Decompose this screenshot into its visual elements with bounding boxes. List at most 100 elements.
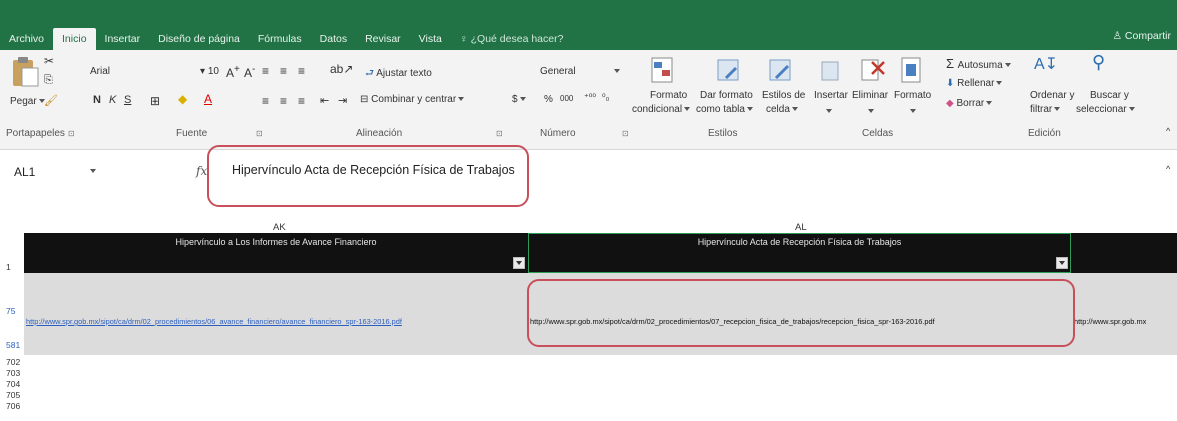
merge-center-button[interactable]: ⊟ Combinar y centrar <box>360 94 465 105</box>
tab-insertar[interactable]: Insertar <box>96 28 150 50</box>
tab-formulas[interactable]: Fórmulas <box>249 28 311 50</box>
expand-formula-icon[interactable]: ^ <box>1166 164 1170 174</box>
increase-decimal-icon[interactable]: ⁺⁰⁰ <box>584 92 596 103</box>
wrap-text-icon: ⮐ <box>365 68 377 79</box>
wrap-text-label: Ajustar texto <box>376 68 432 79</box>
wrap-text-button[interactable]: ⮐ Ajustar texto <box>365 66 432 83</box>
conditional-format-button-2[interactable]: condicional <box>632 104 691 115</box>
row-number[interactable]: 581 <box>6 340 20 350</box>
format-button[interactable]: Formato <box>894 90 931 101</box>
insert-button[interactable]: Insertar <box>814 90 848 101</box>
copy-icon[interactable]: ⎘ <box>44 74 53 87</box>
cell-styles-button-2[interactable]: celda <box>766 104 798 115</box>
align-right-icon[interactable]: ≡ <box>298 94 305 108</box>
row-number[interactable]: 75 <box>6 306 15 316</box>
align-middle-icon[interactable]: ≡ <box>280 64 287 78</box>
tab-inicio[interactable]: Inicio <box>53 28 96 50</box>
name-box[interactable]: AL1 <box>14 165 35 179</box>
sort-filter-button[interactable]: Ordenar y <box>1030 90 1074 101</box>
align-left-icon[interactable]: ≡ <box>262 94 269 108</box>
delete-cells-icon[interactable] <box>860 56 886 84</box>
header-cell-al[interactable]: Hipervínculo Acta de Recepción Física de… <box>528 237 1071 247</box>
number-launcher-icon[interactable]: ⊡ <box>622 129 629 138</box>
conditional-format-icon[interactable] <box>650 56 676 84</box>
font-launcher-icon[interactable]: ⊡ <box>256 129 263 138</box>
tab-archivo[interactable]: Archivo <box>0 28 53 50</box>
borders-icon[interactable]: ⊞ <box>150 94 160 108</box>
format-cells-icon[interactable] <box>900 54 924 84</box>
hyperlink-cell-am[interactable]: http://www.spr.gob.mx <box>1074 317 1146 326</box>
column-header-al[interactable]: AL <box>795 222 807 233</box>
cell-styles-label-2: celda <box>766 104 790 115</box>
clear-button[interactable]: ◆ Borrar <box>946 98 993 109</box>
row-number[interactable]: 1 <box>6 262 11 272</box>
column-header-ak[interactable]: AK <box>273 222 286 233</box>
tab-vista[interactable]: Vista <box>410 28 451 50</box>
cell-styles-icon[interactable] <box>768 56 794 84</box>
conditional-format-button[interactable]: Formato <box>650 90 687 101</box>
tab-diseno-pagina[interactable]: Diseño de página <box>149 28 249 50</box>
percent-button[interactable]: % <box>544 94 553 105</box>
find-select-button[interactable]: Buscar y <box>1090 90 1129 101</box>
shrink-font-icon[interactable]: A- <box>244 64 255 80</box>
share-button[interactable]: ♙ Compartir <box>1113 30 1171 42</box>
alignment-launcher-icon[interactable]: ⊡ <box>496 129 503 138</box>
currency-button[interactable]: $ <box>512 94 526 105</box>
font-size-select[interactable]: ▾ 10 <box>200 66 219 77</box>
orientation-icon[interactable]: ab↗ <box>330 62 353 76</box>
paste-button[interactable]: Pegar <box>10 96 45 107</box>
magnifier-icon[interactable]: ⚲ <box>1092 52 1105 73</box>
align-bottom-icon[interactable]: ≡ <box>298 64 305 78</box>
sort-filter-button-2[interactable]: filtrar <box>1030 104 1061 115</box>
format-dropdown[interactable] <box>908 106 916 117</box>
tab-datos[interactable]: Datos <box>311 28 356 50</box>
thousands-button[interactable]: 000 <box>560 94 573 103</box>
tab-revisar[interactable]: Revisar <box>356 28 410 50</box>
font-color-icon[interactable]: A <box>204 92 212 106</box>
font-name-select[interactable]: Arial <box>90 66 110 77</box>
fill-button[interactable]: ⬇ Rellenar <box>946 78 1003 89</box>
sort-filter-icon[interactable]: A↧ <box>1034 54 1058 74</box>
row-number[interactable]: 705 <box>6 390 20 400</box>
row-number[interactable]: 704 <box>6 379 20 389</box>
underline-button[interactable]: S <box>124 94 131 106</box>
header-cell-ak[interactable]: Hipervínculo a Los Informes de Avance Fi… <box>24 237 528 247</box>
clipboard-launcher-icon[interactable]: ⊡ <box>68 129 75 138</box>
cut-icon[interactable]: ✂ <box>44 54 54 68</box>
format-painter-icon[interactable]: 🖌 <box>44 94 58 107</box>
hyperlink-cell-ak[interactable]: http://www.spr.gob.mx/sipot/ca/drm/02_pr… <box>26 317 402 326</box>
format-as-table-button-2[interactable]: como tabla <box>696 104 753 115</box>
decrease-decimal-icon[interactable]: ⁰₀ <box>602 92 609 103</box>
fill-color-icon[interactable]: ◆ <box>178 92 187 106</box>
row-number[interactable]: 703 <box>6 368 20 378</box>
paste-icon[interactable] <box>10 54 40 88</box>
row-number[interactable]: 706 <box>6 401 20 411</box>
delete-dropdown[interactable] <box>866 106 874 117</box>
format-as-table-icon[interactable] <box>716 56 742 84</box>
insert-cells-icon[interactable] <box>820 58 840 84</box>
cell-styles-button[interactable]: Estilos de <box>762 90 805 101</box>
number-format-dropdown[interactable] <box>612 66 620 77</box>
sigma-icon: Σ <box>946 56 958 71</box>
autosum-button[interactable]: Σ Autosuma <box>946 56 1011 71</box>
format-as-table-button[interactable]: Dar formato <box>700 90 753 101</box>
filter-dropdown-ak[interactable] <box>513 257 525 269</box>
italic-button[interactable]: K <box>109 94 116 106</box>
conditional-format-label-2: condicional <box>632 104 683 115</box>
filter-dropdown-al[interactable] <box>1056 257 1068 269</box>
number-format-select[interactable]: General <box>540 66 576 77</box>
row-number[interactable]: 702 <box>6 357 20 367</box>
insert-dropdown[interactable] <box>824 106 832 117</box>
bold-button[interactable]: N <box>93 94 101 106</box>
name-box-dropdown[interactable] <box>88 166 96 177</box>
align-top-icon[interactable]: ≡ <box>262 64 269 78</box>
align-center-icon[interactable]: ≡ <box>280 94 287 108</box>
find-select-button-2[interactable]: seleccionar <box>1076 104 1135 115</box>
fx-icon[interactable]: fx <box>196 164 207 178</box>
tell-me-search[interactable]: ♀ ¿Qué desea hacer? <box>451 28 573 50</box>
delete-button[interactable]: Eliminar <box>852 90 888 101</box>
collapse-ribbon-icon[interactable]: ^ <box>1166 126 1170 136</box>
grow-font-icon[interactable]: A+ <box>226 64 240 80</box>
decrease-indent-icon[interactable]: ⇤ <box>320 94 329 107</box>
increase-indent-icon[interactable]: ⇥ <box>338 94 347 107</box>
